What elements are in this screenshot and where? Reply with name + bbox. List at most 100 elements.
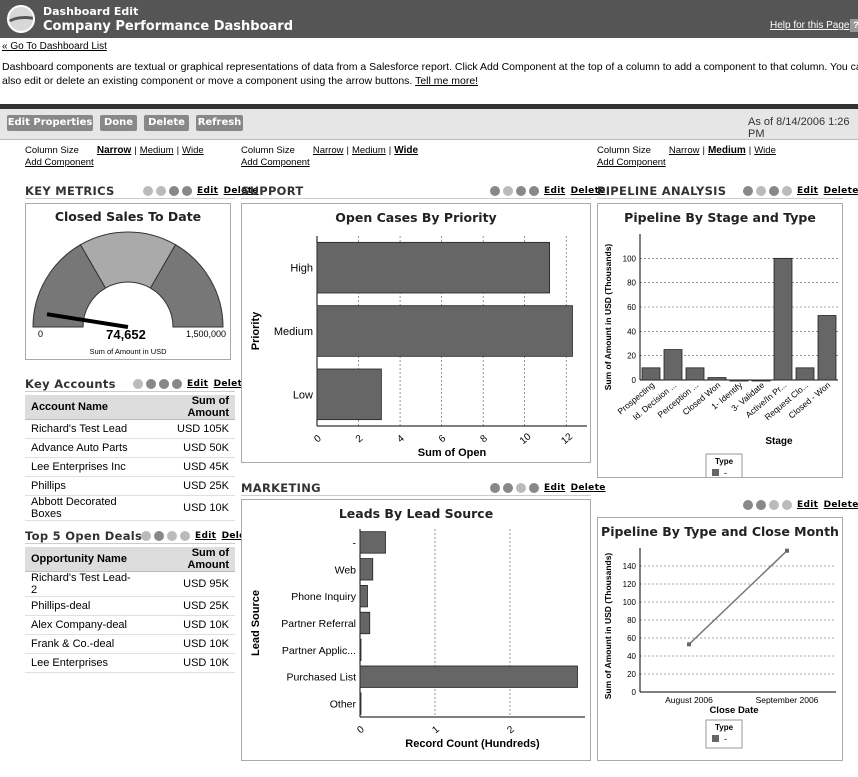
col3-medium-link[interactable]: Medium — [708, 145, 746, 156]
delete-button[interactable]: Delete — [144, 115, 189, 131]
bar — [773, 257, 793, 381]
col1-narrow-link[interactable]: Narrow — [97, 145, 131, 156]
arrow-up-icon[interactable] — [756, 500, 766, 510]
pipeline-edit-link[interactable]: Edit — [797, 186, 818, 196]
col1-add-component-link[interactable]: Add Component — [25, 157, 94, 168]
key-metrics-edit-link[interactable]: Edit — [197, 186, 218, 196]
help-link[interactable]: Help for this Page — [770, 20, 850, 31]
arrow-down-icon[interactable] — [169, 186, 179, 196]
col2-narrow-link[interactable]: Narrow — [313, 145, 344, 156]
col1-wide-link[interactable]: Wide — [182, 145, 204, 156]
arrow-left-icon[interactable] — [743, 186, 753, 196]
y-tick-label: 40 — [627, 327, 636, 336]
top-deals-name-cell: Alex Company-deal — [25, 615, 143, 635]
key-accounts-header-row: Account Name Sum of Amount — [25, 395, 235, 420]
pipeline-stage-chart: 020406080100ProspectingId. Decision ...P… — [603, 234, 838, 477]
arrow-up-icon[interactable] — [146, 379, 156, 389]
marketing-delete-link[interactable]: Delete — [571, 483, 606, 493]
table-row[interactable]: Richard's Test Lead-2 USD 95K — [25, 571, 235, 597]
arrow-right-icon[interactable] — [782, 500, 792, 510]
table-row[interactable]: Advance Auto Parts USD 50K — [25, 438, 235, 458]
arrow-down-icon[interactable] — [167, 531, 177, 541]
table-row[interactable]: Alex Company-deal USD 10K — [25, 615, 235, 635]
arrow-left-icon[interactable] — [743, 500, 753, 510]
arrow-left-icon[interactable] — [141, 531, 151, 541]
pipeline-controls: Edit Delete — [743, 186, 858, 196]
marketing-edit-link[interactable]: Edit — [544, 483, 565, 493]
x-tick-label: 12 — [559, 431, 575, 447]
top-deals-name-cell: Frank & Co.-deal — [25, 634, 143, 654]
key-accounts-edit-link[interactable]: Edit — [187, 379, 208, 389]
pipeline-month-delete-link[interactable]: Delete — [824, 500, 858, 510]
y-axis-label: Priority — [250, 311, 262, 350]
pipeline-month-chart: 0 20 40 60 80 100 120 140 August 2006 September 2… — [603, 548, 836, 749]
table-row[interactable]: Lee Enterprises Inc USD 45K — [25, 457, 235, 477]
bar — [359, 692, 362, 715]
refresh-button[interactable]: Refresh — [196, 115, 243, 131]
col2-medium-link[interactable]: Medium — [352, 145, 386, 156]
leads-chart: 0 1 2 - Web Phone Inquiry Partner Referral Part… — [250, 529, 585, 750]
table-row[interactable]: Abbott Decorated Boxes USD 10K — [25, 495, 235, 521]
x-tick-label: 4 — [395, 433, 407, 445]
top-deals-header: Top 5 Open Deals Edit Delete — [25, 529, 257, 544]
arrow-down-icon[interactable] — [159, 379, 169, 389]
help-icon[interactable]: ? — [850, 19, 858, 32]
x-tick-label: 8 — [478, 433, 490, 445]
top-deals-controls: Edit Delete — [141, 531, 257, 541]
x-tick-label: 10 — [518, 431, 534, 447]
top-deals-column-header: Sum of Amount — [142, 547, 235, 572]
col3-wide-link[interactable]: Wide — [754, 145, 776, 156]
table-row[interactable]: Richard's Test Lead USD 105K — [25, 419, 235, 439]
support-edit-link[interactable]: Edit — [544, 186, 565, 196]
table-row[interactable]: Lee Enterprises USD 10K — [25, 653, 235, 673]
table-row[interactable]: Frank & Co.-deal USD 10K — [25, 634, 235, 654]
arrow-down-icon[interactable] — [516, 186, 526, 196]
bar — [359, 531, 386, 554]
arrow-left-icon[interactable] — [490, 186, 500, 196]
y-category-label: Purchased List — [287, 672, 357, 684]
arrow-right-icon[interactable] — [180, 531, 190, 541]
bar — [641, 367, 661, 381]
col2-wide-link[interactable]: Wide — [394, 145, 418, 156]
top-deals-amount-cell: USD 25K — [142, 596, 235, 616]
done-button[interactable]: Done — [100, 115, 137, 131]
x-tick-label: 6 — [437, 433, 449, 445]
arrow-up-icon[interactable] — [503, 186, 513, 196]
x-category-label: September 2006 — [756, 695, 819, 705]
y-tick-label: 20 — [627, 352, 636, 361]
pipeline-delete-link[interactable]: Delete — [824, 186, 858, 196]
key-accounts-amount-cell: USD 50K — [147, 438, 235, 458]
bar — [817, 315, 837, 381]
edit-properties-button[interactable]: Edit Properties — [7, 115, 93, 131]
gauge-value: 74,652 — [106, 327, 146, 342]
col2-add-component-link[interactable]: Add Component — [241, 157, 310, 168]
page-header: Dashboard Edit Company Performance Dashb… — [0, 0, 858, 38]
arrow-up-icon[interactable] — [156, 186, 166, 196]
arrow-left-icon[interactable] — [143, 186, 153, 196]
col3-add-component-link[interactable]: Add Component — [597, 157, 666, 168]
arrow-up-icon[interactable] — [503, 483, 513, 493]
arrow-up-icon[interactable] — [756, 186, 766, 196]
table-row[interactable]: Phillips USD 25K — [25, 476, 235, 496]
table-row[interactable]: Phillips-deal USD 25K — [25, 596, 235, 616]
arrow-down-icon[interactable] — [769, 186, 779, 196]
tell-me-more-link[interactable]: Tell me more! — [415, 75, 478, 87]
arrow-left-icon[interactable] — [490, 483, 500, 493]
arrow-right-icon[interactable] — [529, 186, 539, 196]
col1-medium-link[interactable]: Medium — [140, 145, 174, 156]
arrow-right-icon[interactable] — [529, 483, 539, 493]
pipeline-month-edit-link[interactable]: Edit — [797, 500, 818, 510]
arrow-left-icon[interactable] — [133, 379, 143, 389]
arrow-down-icon[interactable] — [769, 500, 779, 510]
go-to-dashboard-list-link[interactable]: « Go To Dashboard List — [2, 41, 107, 52]
arrow-right-icon[interactable] — [172, 379, 182, 389]
col3-narrow-link[interactable]: Narrow — [669, 145, 700, 156]
top-deals-name-cell: Richard's Test Lead-2 — [25, 571, 143, 597]
top-deals-edit-link[interactable]: Edit — [195, 531, 216, 541]
y-category-label: Phone Inquiry — [291, 591, 357, 603]
arrow-down-icon[interactable] — [516, 483, 526, 493]
arrow-up-icon[interactable] — [154, 531, 164, 541]
arrow-right-icon[interactable] — [782, 186, 792, 196]
top-deals-amount-cell: USD 10K — [142, 634, 235, 654]
arrow-right-icon[interactable] — [182, 186, 192, 196]
